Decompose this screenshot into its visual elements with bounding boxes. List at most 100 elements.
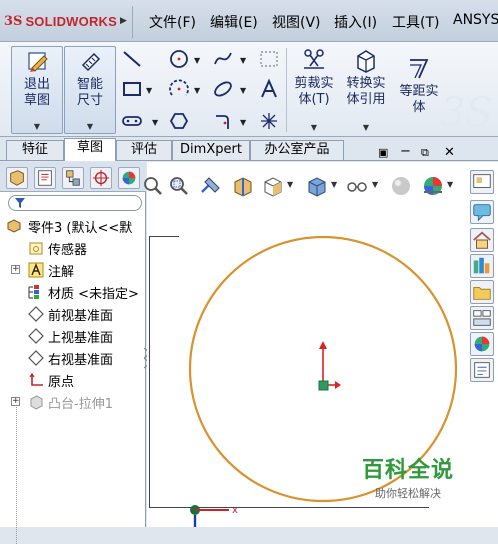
trim-icon	[304, 49, 324, 69]
tree-item-right-plane[interactable]: 右视基准面	[0, 347, 146, 368]
point-icon[interactable]	[258, 110, 280, 132]
material-icon	[28, 285, 39, 299]
menu-bar: 3S SOLIDWORKS ▶ 文件(F) 编辑(E) 视图(V) 插入(I) …	[0, 0, 498, 42]
chevron-down-icon[interactable]: ▼	[146, 86, 152, 95]
configuration-manager-icon[interactable]	[62, 167, 84, 189]
chevron-down-icon[interactable]: ▼	[194, 86, 200, 95]
tree-item-origin[interactable]: 原点	[0, 369, 146, 390]
plane-icon	[28, 328, 44, 344]
zoom-fit-icon[interactable]	[141, 174, 165, 198]
menu-insert[interactable]: 插入(I)	[334, 12, 377, 32]
trim-entities-button[interactable]: 剪裁实体(T) ▼	[290, 46, 338, 134]
tree-part-root[interactable]: 零件3 (默认<<默	[0, 215, 146, 236]
circle-icon[interactable]	[168, 48, 190, 70]
tab-evaluate[interactable]: 评估	[116, 140, 172, 160]
watermark-title: 百科全说	[362, 458, 455, 483]
slot-icon[interactable]	[121, 110, 143, 132]
expand-icon[interactable]: +	[11, 397, 20, 406]
extrude-icon	[30, 395, 43, 410]
dimxpert-manager-icon[interactable]	[90, 167, 112, 189]
chevron-down-icon: ▼	[86, 122, 94, 131]
chevron-down-icon: ▼	[310, 123, 318, 132]
tree-item-sensors[interactable]: 传感器	[0, 237, 146, 258]
smart-dimension-icon	[81, 52, 101, 72]
chevron-down-icon[interactable]: ▼	[240, 86, 246, 95]
site-watermark: 百科全说 助你轻松解决	[362, 452, 454, 501]
annotation-icon	[28, 262, 44, 278]
exit-sketch-button[interactable]: 退出草图 ▼	[11, 46, 63, 134]
smart-dimension-button[interactable]: 智能尺寸 ▼	[64, 46, 116, 134]
chevron-down-icon[interactable]: ▼	[331, 180, 337, 189]
chevron-down-icon[interactable]: ▼	[152, 118, 158, 127]
edit-appearance-icon[interactable]	[389, 174, 413, 198]
menu-edit[interactable]: 编辑(E)	[210, 12, 258, 32]
convert-entities-button[interactable]: 转换实体引用 ▼	[340, 46, 392, 134]
exit-sketch-label: 退出草图	[23, 77, 50, 108]
origin-icon	[29, 372, 43, 386]
section-view-icon[interactable]	[231, 174, 255, 198]
tree-part-label: 零件3 (默认<<默	[28, 221, 133, 236]
feature-manager-icon[interactable]	[6, 167, 28, 189]
help-comment-icon[interactable]	[470, 200, 494, 224]
tree-item-boss-extrude[interactable]: + 凸台-拉伸1	[0, 391, 146, 412]
tree-item-label: 传感器	[48, 243, 88, 258]
arc-icon[interactable]	[168, 78, 190, 100]
chevron-down-icon[interactable]: ▼	[447, 180, 453, 189]
tab-dimxpert[interactable]: DimXpert	[172, 140, 250, 160]
view-orientation-icon[interactable]	[261, 174, 285, 198]
tree-item-label: 注解	[48, 265, 75, 280]
chevron-down-icon[interactable]: ▼	[287, 180, 293, 189]
chevron-down-icon[interactable]: ▼	[372, 180, 378, 189]
previous-view-icon[interactable]	[199, 174, 223, 198]
tree-item-front-plane[interactable]: 前视基准面	[0, 303, 146, 324]
tree-item-label: 右视基准面	[48, 353, 114, 368]
close-icon[interactable]: ✕	[444, 145, 455, 160]
maximize-icon[interactable]: ⧉	[421, 146, 429, 160]
plane-icon[interactable]	[258, 48, 280, 70]
chevron-down-icon[interactable]: ▼	[194, 56, 200, 65]
tree-item-annotations[interactable]: + 注解	[0, 259, 146, 280]
property-manager-icon[interactable]	[34, 167, 56, 189]
polygon-icon[interactable]	[168, 110, 190, 132]
hide-show-items-icon[interactable]	[345, 174, 369, 198]
rectangle-icon[interactable]	[121, 78, 143, 100]
menu-tools[interactable]: 工具(T)	[392, 12, 439, 32]
display-style-icon[interactable]	[305, 174, 329, 198]
logo-arrow-icon: ▶	[120, 16, 127, 26]
exit-sketch-icon	[28, 52, 48, 72]
logo-name: SOLIDWORKS	[25, 13, 117, 29]
tree-item-label: 原点	[48, 375, 75, 390]
solidworks-logo[interactable]: 3S SOLIDWORKS ▶	[4, 11, 127, 31]
tab-sketch[interactable]: 草图	[64, 138, 116, 161]
ellipse-icon[interactable]	[212, 78, 234, 100]
spline-icon[interactable]	[212, 48, 234, 70]
expand-icon[interactable]: +	[11, 265, 20, 274]
tree-item-material[interactable]: 材质 <未指定>	[0, 281, 146, 302]
convert-label: 转换实体引用	[346, 76, 386, 107]
minimize-icon[interactable]: −	[400, 144, 411, 159]
restore-window-icon[interactable]: ▣	[378, 146, 388, 159]
filter-icon	[15, 198, 25, 208]
offset-entities-button[interactable]: 等距实体	[394, 46, 444, 134]
chevron-down-icon[interactable]: ▼	[240, 118, 246, 127]
text-icon[interactable]	[258, 78, 280, 100]
zoom-area-icon[interactable]	[167, 174, 191, 198]
tab-office-products[interactable]: 办公室产品	[250, 140, 344, 160]
line-icon[interactable]	[121, 48, 143, 70]
menu-ansys[interactable]: ANSYS	[453, 12, 498, 28]
display-manager-icon[interactable]	[118, 167, 140, 189]
watermark-subtitle: 助你轻松解决	[375, 487, 441, 500]
tree-item-label: 前视基准面	[48, 309, 114, 324]
panel-tab-row	[0, 162, 146, 192]
fillet-icon[interactable]	[212, 110, 234, 132]
view-settings-icon[interactable]	[470, 170, 494, 194]
tree-item-label: 凸台-拉伸1	[48, 397, 113, 412]
menu-file[interactable]: 文件(F)	[149, 12, 196, 32]
smart-dimension-label: 智能尺寸	[76, 77, 103, 108]
menu-view[interactable]: 视图(V)	[272, 12, 321, 32]
apply-scene-icon[interactable]	[421, 174, 445, 198]
tab-features[interactable]: 特征	[6, 140, 64, 160]
chevron-down-icon[interactable]: ▼	[240, 56, 246, 65]
tree-item-top-plane[interactable]: 上视基准面	[0, 325, 146, 346]
tree-filter-input[interactable]	[8, 195, 142, 211]
